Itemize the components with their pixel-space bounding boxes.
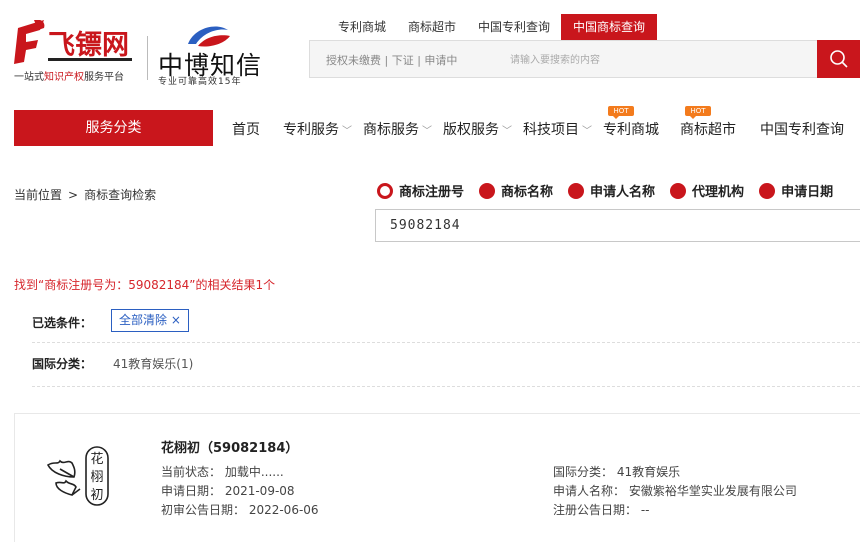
feibiao-logo[interactable]: 飞镖网 一站式知识产权服务平台: [14, 20, 134, 83]
hot-badge: HOT: [685, 106, 711, 119]
radio-label: 申请人名称: [590, 185, 656, 200]
chevron-down-icon: ﹀: [422, 126, 432, 137]
result-applicant: 申请人名称： 安徽紫裕华堂实业发展有限公司: [553, 484, 797, 498]
search-button[interactable]: [817, 40, 860, 78]
intl-class-filter[interactable]: 41教育娱乐(1): [113, 355, 193, 372]
nav-patent-mall-label: 专利商城: [603, 122, 659, 138]
hot-badge: HOT: [608, 106, 634, 119]
nav-trademark-market[interactable]: 商标超市: [680, 119, 736, 139]
trademark-char: 初: [90, 488, 103, 503]
radio-label: 申请日期: [781, 185, 834, 200]
nav-home[interactable]: 首页: [232, 119, 260, 139]
top-tab-patent-query[interactable]: 中国专利查询: [467, 14, 561, 40]
intl-class-label: 国际分类：: [32, 357, 93, 371]
top-tab-patent-mall[interactable]: 专利商城: [327, 14, 397, 40]
radio-icon: [670, 182, 687, 199]
breadcrumb-separator: >: [68, 188, 79, 202]
result-status: 当前状态： 加载中......: [161, 465, 284, 479]
clear-all-button[interactable]: 全部清除 ×: [111, 309, 189, 332]
search-input[interactable]: [510, 49, 790, 71]
top-tabs: 专利商城 商标超市 中国专利查询 中国商标查询: [327, 14, 658, 40]
zhongbo-logo-mark: [188, 26, 230, 47]
nav-copyright-service[interactable]: 版权服务 ﹀: [443, 119, 512, 139]
feibiao-logo-mark: 飞镖网: [14, 20, 132, 64]
top-tab-trademark-query[interactable]: 中国商标查询: [561, 14, 658, 40]
zhongbo-sub: 专业可靠高效15年: [158, 77, 242, 87]
radio-apply-date[interactable]: 申请日期: [759, 181, 833, 200]
chevron-down-icon: ﹀: [342, 126, 352, 137]
trademark-char: 栩: [90, 470, 103, 485]
result-apply-date: 申请日期： 2021-09-08: [161, 484, 295, 498]
service-category-button[interactable]: 服务分类: [14, 110, 213, 146]
nav-patent-query[interactable]: 中国专利查询: [760, 119, 844, 139]
radio-icon: [759, 182, 776, 199]
breadcrumb-prefix: 当前位置: [14, 188, 63, 202]
result-prelim-date: 初审公告日期： 2022-06-06: [161, 503, 319, 517]
search-hint[interactable]: 授权未缴费 | 下证 | 申请中: [326, 52, 457, 68]
breadcrumb-current[interactable]: 商标查询检索: [84, 188, 156, 202]
radio-selected-icon: [377, 182, 393, 199]
radio-applicant-name[interactable]: 申请人名称: [568, 181, 655, 200]
ginkgo-leaf-icon: [46, 459, 81, 496]
search-bar: 授权未缴费 | 下证 | 申请中: [309, 40, 860, 78]
radio-icon: [568, 182, 585, 199]
nav-patent-query-label: 中国专利查询: [760, 122, 844, 138]
divider: [32, 386, 860, 387]
radio-reg-number[interactable]: 商标注册号: [377, 181, 464, 200]
result-intl-class: 国际分类： 41教育娱乐: [553, 465, 681, 479]
top-tab-trademark-market[interactable]: 商标超市: [397, 14, 467, 40]
nav-patent-service-label: 专利服务: [283, 122, 339, 138]
svg-text:飞镖网: 飞镖网: [48, 30, 129, 61]
result-summary: 找到“商标注册号为：59082184”的相关结果1个: [14, 278, 276, 292]
nav-tech-project-label: 科技项目: [523, 122, 579, 138]
breadcrumb: 当前位置 > 商标查询检索: [14, 186, 156, 203]
radio-icon: [479, 182, 496, 199]
nav-trademark-service[interactable]: 商标服务 ﹀: [363, 119, 432, 139]
query-input[interactable]: [375, 209, 860, 242]
chevron-down-icon: ﹀: [582, 126, 592, 137]
zhongbo-logo[interactable]: 中博知信 专业可靠高效15年: [158, 24, 268, 88]
result-card: [14, 413, 860, 542]
nav-trademark-market-label: 商标超市: [680, 122, 736, 138]
result-title[interactable]: 花栩初（59082184）: [161, 437, 298, 456]
nav-patent-service[interactable]: 专利服务 ﹀: [283, 119, 352, 139]
divider: [32, 342, 860, 343]
selected-conditions-label: 已选条件：: [32, 316, 93, 330]
nav-tech-project[interactable]: 科技项目 ﹀: [523, 119, 592, 139]
nav-patent-mall[interactable]: 专利商城: [603, 119, 659, 139]
result-reg-date: 注册公告日期： --: [553, 503, 650, 517]
logo-divider: [147, 36, 148, 80]
radio-agency[interactable]: 代理机构: [670, 181, 744, 200]
nav-home-label: 首页: [232, 122, 260, 138]
chevron-down-icon: ﹀: [502, 126, 512, 137]
radio-label: 代理机构: [692, 185, 745, 200]
radio-label: 商标注册号: [399, 185, 465, 200]
nav-copyright-service-label: 版权服务: [443, 122, 499, 138]
radio-label: 商标名称: [501, 185, 554, 200]
trademark-char: 花: [90, 451, 103, 467]
nav-trademark-service-label: 商标服务: [363, 122, 419, 138]
query-type-radios: 商标注册号 商标名称 申请人名称 代理机构 申请日期: [377, 181, 848, 200]
trademark-image[interactable]: 花 栩 初: [44, 443, 114, 509]
radio-trademark-name[interactable]: 商标名称: [479, 181, 553, 200]
feibiao-slogan: 一站式知识产权服务平台: [14, 72, 124, 83]
search-icon: [830, 50, 848, 68]
